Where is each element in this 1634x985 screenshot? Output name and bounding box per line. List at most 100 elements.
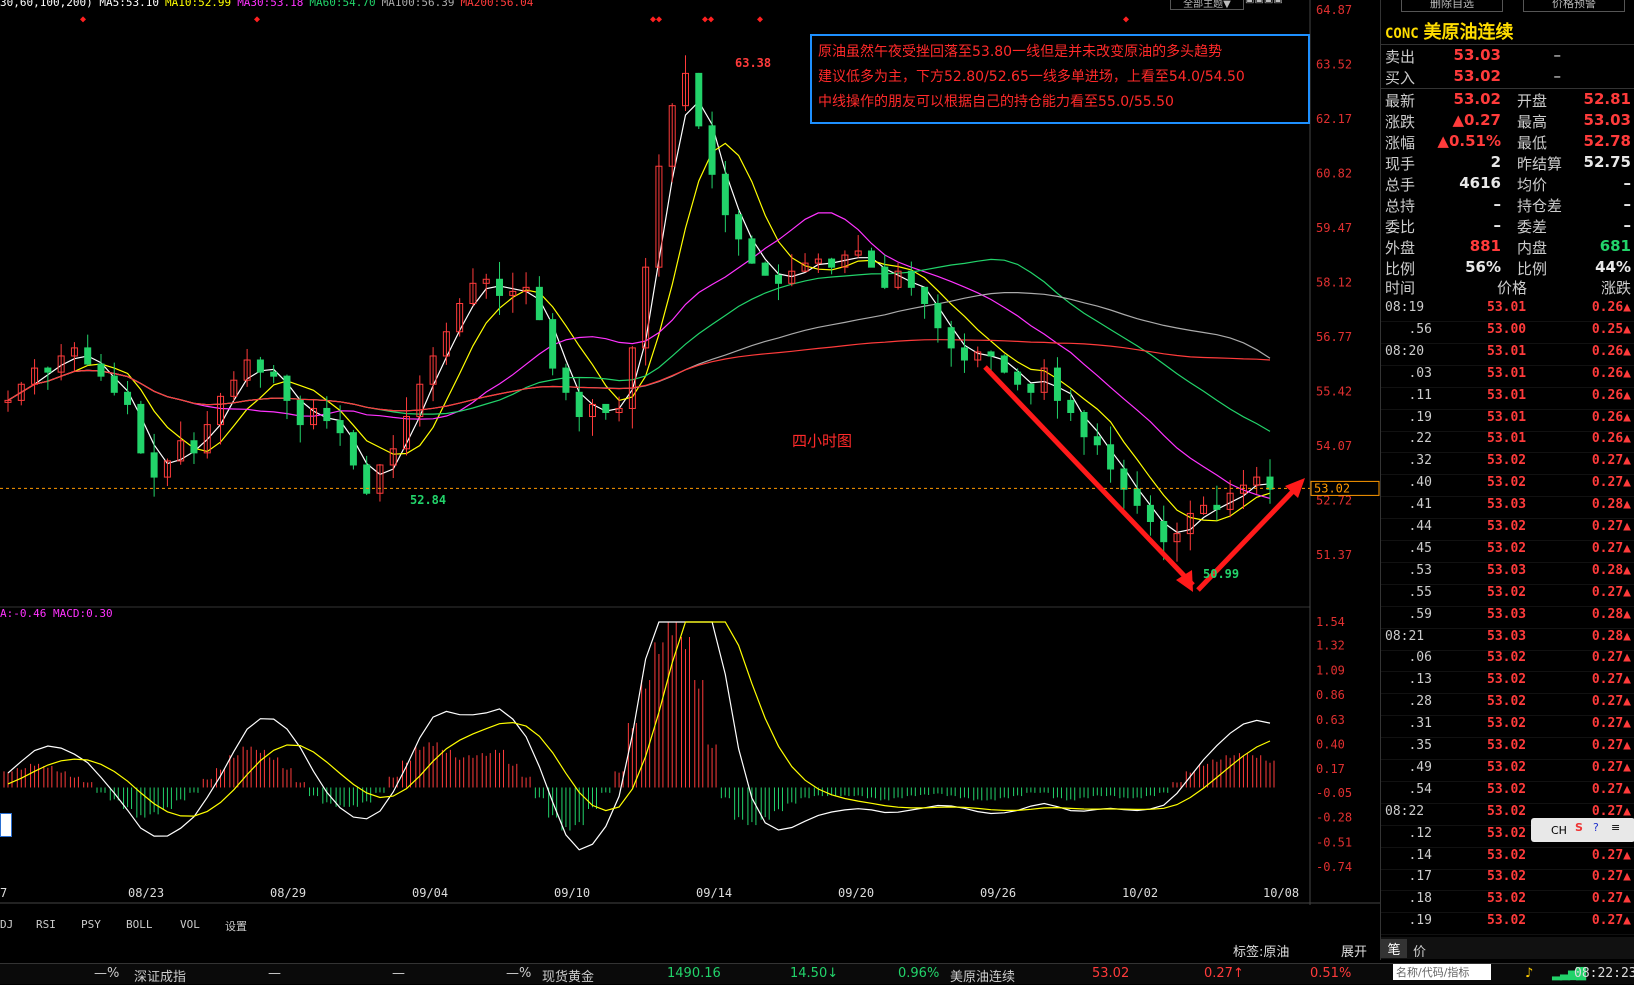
macd-tick-label: -0.28 [1316, 811, 1352, 825]
candle-body [549, 319, 557, 369]
time-tick-label: 09/14 [696, 886, 732, 900]
candle-body [1053, 367, 1061, 401]
candle-body [349, 432, 357, 466]
bell-icon[interactable]: ♪ [1525, 966, 1533, 981]
candle-body [336, 420, 344, 434]
time-tick-label: 09/20 [838, 886, 874, 900]
current-price-tag: 53.02 [1314, 481, 1350, 495]
candle-body [296, 399, 304, 426]
theme-button[interactable]: 全部主题▼ [1170, 0, 1244, 10]
chart-area[interactable]: 64.87 63.52 62.17 60.82 59.47 58.12 56.77 55.42… [0, 0, 1380, 983]
tick-row: .49 53.02 0.27▲ [1381, 760, 1634, 782]
tick-row: .06 53.02 0.27▲ [1381, 650, 1634, 673]
view-toggle-icons[interactable]: ▣▣▣▣ [1245, 0, 1305, 8]
tab-price[interactable]: 价 [1413, 941, 1426, 960]
candle-body [761, 262, 769, 276]
svg-text:◆◆: ◆◆ [702, 14, 714, 25]
tick-row: 08:21 53.03 0.28▲ [1381, 629, 1634, 651]
macd-tick-label: 0.63 [1316, 713, 1345, 727]
quote-row: 涨幅 ▲0.51% 最低 52.78 [1385, 132, 1631, 152]
candle-body [323, 407, 331, 422]
candle-body [1080, 411, 1088, 438]
candle-body [575, 391, 583, 418]
ticker-szse[interactable]: 深证成指 [134, 966, 186, 985]
candle-body [270, 371, 278, 377]
kline-chart[interactable]: 64.87 63.52 62.17 60.82 59.47 58.12 56.77 55.42… [0, 0, 1380, 960]
candle-body [735, 214, 743, 240]
menu-icon: ≡ [1611, 821, 1621, 834]
price-tick-label: 58.12 [1316, 276, 1352, 290]
price-tick-label: 59.47 [1316, 221, 1352, 235]
tick-row: .17 53.02 0.27▲ [1381, 869, 1634, 892]
candle-body [907, 270, 915, 288]
tick-row: .19 53.02 0.27▲ [1381, 913, 1634, 936]
low-mark-right: 50.99 [1203, 567, 1239, 581]
ma-line [7, 339, 1271, 412]
candle-body [190, 440, 198, 454]
candle-body [1213, 504, 1221, 510]
high-mark: 63.38 [735, 56, 771, 70]
candle-body [496, 278, 504, 296]
tick-row: .19 53.01 0.26▲ [1381, 410, 1634, 432]
svg-text:◆: ◆ [1123, 14, 1129, 25]
indicator-tab[interactable]: RSI [36, 918, 56, 931]
candle-body [1014, 371, 1022, 385]
tick-row: .13 53.02 0.27▲ [1381, 672, 1634, 695]
quote-row: 外盘 881 内盘 681 [1385, 237, 1631, 257]
candle-body [774, 274, 782, 284]
tick-row: 08:20 53.01 0.26▲ [1381, 344, 1634, 366]
tick-row: .55 53.02 0.27▲ [1381, 585, 1634, 607]
indicator-tab[interactable]: PSY [81, 918, 101, 931]
price-tick-label: 55.42 [1316, 385, 1352, 399]
quote-panel: 删除自选 价格预警 CONC 美原油连续 卖出 53.03– 买入 53.02– 最… [1233, 0, 1634, 960]
candle-body [867, 250, 875, 268]
delete-watchlist-button[interactable]: 删除自选 [1401, 0, 1503, 12]
macd-tick-label: -0.05 [1316, 786, 1352, 800]
tag-label: 标签:原油 [1233, 945, 1290, 960]
price-tick-label: 51.37 [1316, 548, 1352, 562]
candle-body [1067, 399, 1075, 413]
tick-row: 08:19 53.01 0.26▲ [1381, 300, 1634, 322]
ticker-crude[interactable]: 美原油连续 [950, 966, 1015, 985]
candle-body [1107, 444, 1115, 470]
ma-legend: 30,60,100,200) MA5:53.10 MA10:52.99 MA30:5… [0, 0, 534, 9]
candle-body [721, 173, 729, 216]
macd-tick-label: 1.54 [1316, 615, 1345, 629]
indicator-tab[interactable]: BOLL [126, 918, 153, 931]
time-tick-label: 09/26 [980, 886, 1016, 900]
macd-axis: 1.54 1.32 1.09 0.86 0.63 0.40 0.17 -0.05 -0.28 -0… [1316, 615, 1352, 874]
analysis-line-3: 中线操作的朋友可以根据自己的持仓能力看至55.0/55.50 [818, 94, 1174, 110]
clock: 08:22:23 [1574, 966, 1634, 981]
tick-row: .11 53.01 0.26▲ [1381, 388, 1634, 410]
price-tick-label: 54.07 [1316, 439, 1352, 453]
ticker-gold[interactable]: 现货黄金 [542, 966, 594, 985]
time-tick-label: 09/04 [412, 886, 448, 900]
candle-body [947, 327, 955, 349]
tab-pen[interactable]: 笔 [1381, 939, 1407, 958]
price-alert-button[interactable]: 价格预警 [1523, 0, 1625, 12]
candle-body [921, 286, 929, 304]
price-tick-label: 64.87 [1316, 3, 1352, 17]
tick-row: .41 53.03 0.28▲ [1381, 497, 1634, 520]
tick-row: .35 53.02 0.27▲ [1381, 738, 1634, 760]
indicator-tab[interactable]: 设置 [225, 918, 247, 934]
candle-body [1133, 488, 1141, 506]
ime-toolbar[interactable]: CH S? ≡ [1531, 818, 1634, 842]
search-input[interactable]: 名称/代码/指标 [1393, 964, 1491, 980]
candle-body [828, 258, 836, 268]
tick-header: 时间 价格 涨跌 [1385, 279, 1632, 297]
expand-button[interactable]: 展开 [1341, 941, 1367, 960]
macd-line [7, 621, 1271, 817]
panel-footer-tabs: 标签:原油 展开 笔 价 [1233, 937, 1634, 960]
candle-body [97, 363, 105, 377]
macd-tick-label: 0.40 [1316, 738, 1345, 752]
candle-body [150, 452, 158, 478]
candle-body [960, 347, 968, 361]
side-widget[interactable] [0, 813, 12, 837]
candle-body [1160, 520, 1168, 543]
bid-row: 买入 53.02– [1385, 67, 1561, 87]
indicator-tab[interactable]: VOL [180, 918, 200, 931]
quote-row: 最新 53.02 开盘 52.81 [1385, 90, 1631, 110]
indicator-tab[interactable]: DJ [0, 918, 13, 931]
price-tick-label: 60.82 [1316, 167, 1352, 181]
